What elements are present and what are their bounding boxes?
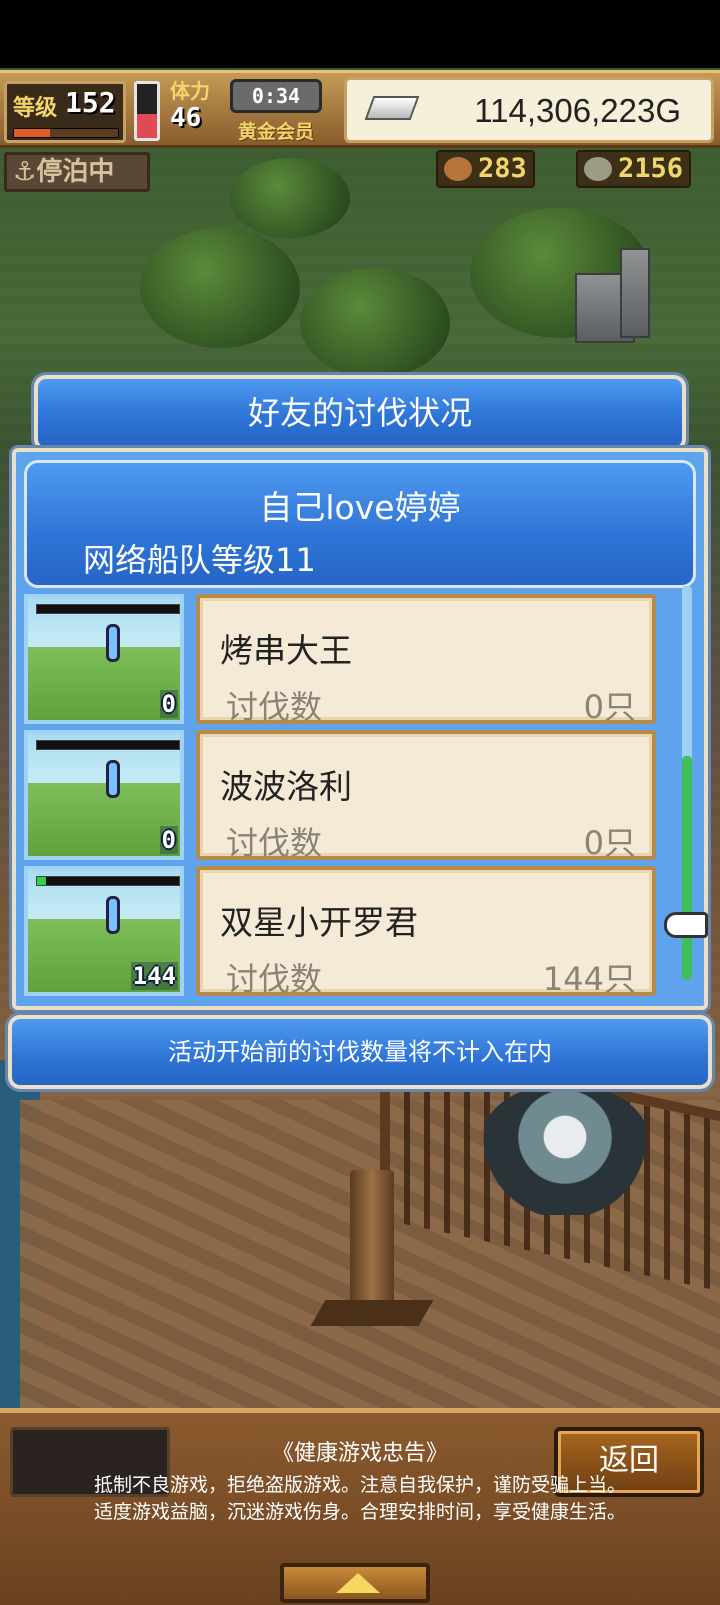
resource-2-value: 2156 — [618, 153, 684, 184]
gold-value: 114,306,223G — [474, 92, 681, 129]
kill-label: 讨伐数 — [226, 960, 323, 998]
anchor-status[interactable]: ⚓停泊中 — [4, 152, 150, 192]
level-label: 等级 — [13, 96, 58, 121]
mast-base — [310, 1300, 434, 1326]
monster-sprite[interactable] — [480, 1085, 650, 1215]
level-progress-bar — [13, 128, 119, 138]
list-item[interactable]: 0 波波洛利 讨伐数 0只 — [24, 730, 672, 862]
list-item[interactable]: 0 烤串大王 讨伐数 0只 — [24, 594, 672, 726]
level-value: 152 — [65, 86, 116, 119]
kill-count: 0只 — [583, 824, 636, 862]
scrollbar-thumb[interactable] — [682, 756, 692, 980]
kill-count: 0只 — [583, 688, 636, 726]
stamina-gauge — [134, 81, 160, 141]
level-box: 等级 152 — [4, 81, 126, 143]
ruins — [620, 248, 650, 338]
advisory-title: 《健康游戏忠告》 — [271, 1441, 448, 1466]
monster-thumbnail: 144 — [24, 866, 184, 996]
resource-counter-2: 2156 — [576, 150, 692, 188]
monster-thumbnail: 0 — [24, 594, 184, 724]
resource-counter-1: 283 — [436, 150, 535, 188]
monster-name: 烤串大王 — [220, 631, 352, 670]
tree — [300, 268, 450, 378]
list-item[interactable]: 144 双星小开罗君 讨伐数 144只 — [24, 866, 672, 998]
gold-display: 114,306,223G — [344, 77, 714, 143]
kill-count-badge: 0 — [159, 826, 178, 854]
kill-count: 144只 — [542, 960, 636, 998]
status-bar: 等级 152 体力 46 0:34 黄金会员 114,306,223G — [0, 70, 720, 148]
player-name: 自己love婷婷 — [259, 488, 461, 527]
monster-name: 双星小开罗君 — [220, 903, 418, 942]
ship-mast — [350, 1170, 394, 1320]
fleet-level: 网络船队等级11 — [83, 541, 316, 579]
tree — [140, 228, 300, 348]
hp-fill — [37, 877, 46, 885]
resource-1-value: 283 — [478, 153, 527, 184]
monster-name: 波波洛利 — [220, 767, 352, 806]
friend-subjugation-panel: 自己love婷婷 网络船队等级11 0 烤串大王 讨伐数 0只 0 波波洛利 讨… — [12, 448, 708, 1010]
membership-badge[interactable]: 黄金会员 — [238, 117, 314, 144]
level-progress-fill — [14, 129, 51, 137]
expand-menu-button[interactable] — [280, 1563, 430, 1603]
player-header: 自己love婷婷 网络船队等级11 — [24, 460, 696, 588]
notice-banner: 活动开始前的讨伐数量将不计入在内 — [8, 1015, 712, 1089]
monster-thumbnail: 0 — [24, 730, 184, 860]
stamina-value: 46 — [170, 103, 202, 133]
stamina-timer: 0:34 — [230, 79, 322, 113]
entry-card: 烤串大王 讨伐数 0只 — [196, 594, 656, 726]
kill-count-badge: 0 — [159, 690, 178, 718]
advisory-line-2: 适度游戏益脑，沉迷游戏伤身。合理安排时间，享受健康生活。 — [93, 1501, 626, 1523]
stamina-fill — [137, 113, 157, 138]
stamina-label: 体力 — [170, 79, 210, 103]
kill-label: 讨伐数 — [226, 824, 323, 862]
kill-label: 讨伐数 — [226, 688, 323, 726]
silver-bar-icon — [364, 96, 420, 120]
exclamation-icon — [106, 624, 120, 662]
entry-card: 波波洛利 讨伐数 0只 — [196, 730, 656, 862]
bottom-bar: 返回 《健康游戏忠告》 抵制不良游戏，拒绝盗版游戏。注意自我保护，谨防受骗上当。… — [0, 1408, 720, 1605]
exclamation-icon — [106, 760, 120, 798]
anchor-status-label: 停泊中 — [36, 157, 115, 187]
hp-bar — [36, 740, 180, 750]
kill-count-badge: 144 — [130, 962, 178, 990]
meat-icon — [444, 157, 472, 181]
advisory-line-1: 抵制不良游戏，拒绝盗版游戏。注意自我保护，谨防受骗上当。 — [93, 1474, 626, 1496]
hp-bar — [36, 876, 180, 886]
exclamation-icon — [106, 896, 120, 934]
medal-icon — [584, 157, 612, 181]
hp-bar — [36, 604, 180, 614]
entry-card: 双星小开罗君 讨伐数 144只 — [196, 866, 656, 998]
pointing-hand-icon — [664, 912, 708, 938]
dialog-title: 好友的讨伐状况 — [34, 375, 686, 451]
tree — [230, 158, 350, 238]
